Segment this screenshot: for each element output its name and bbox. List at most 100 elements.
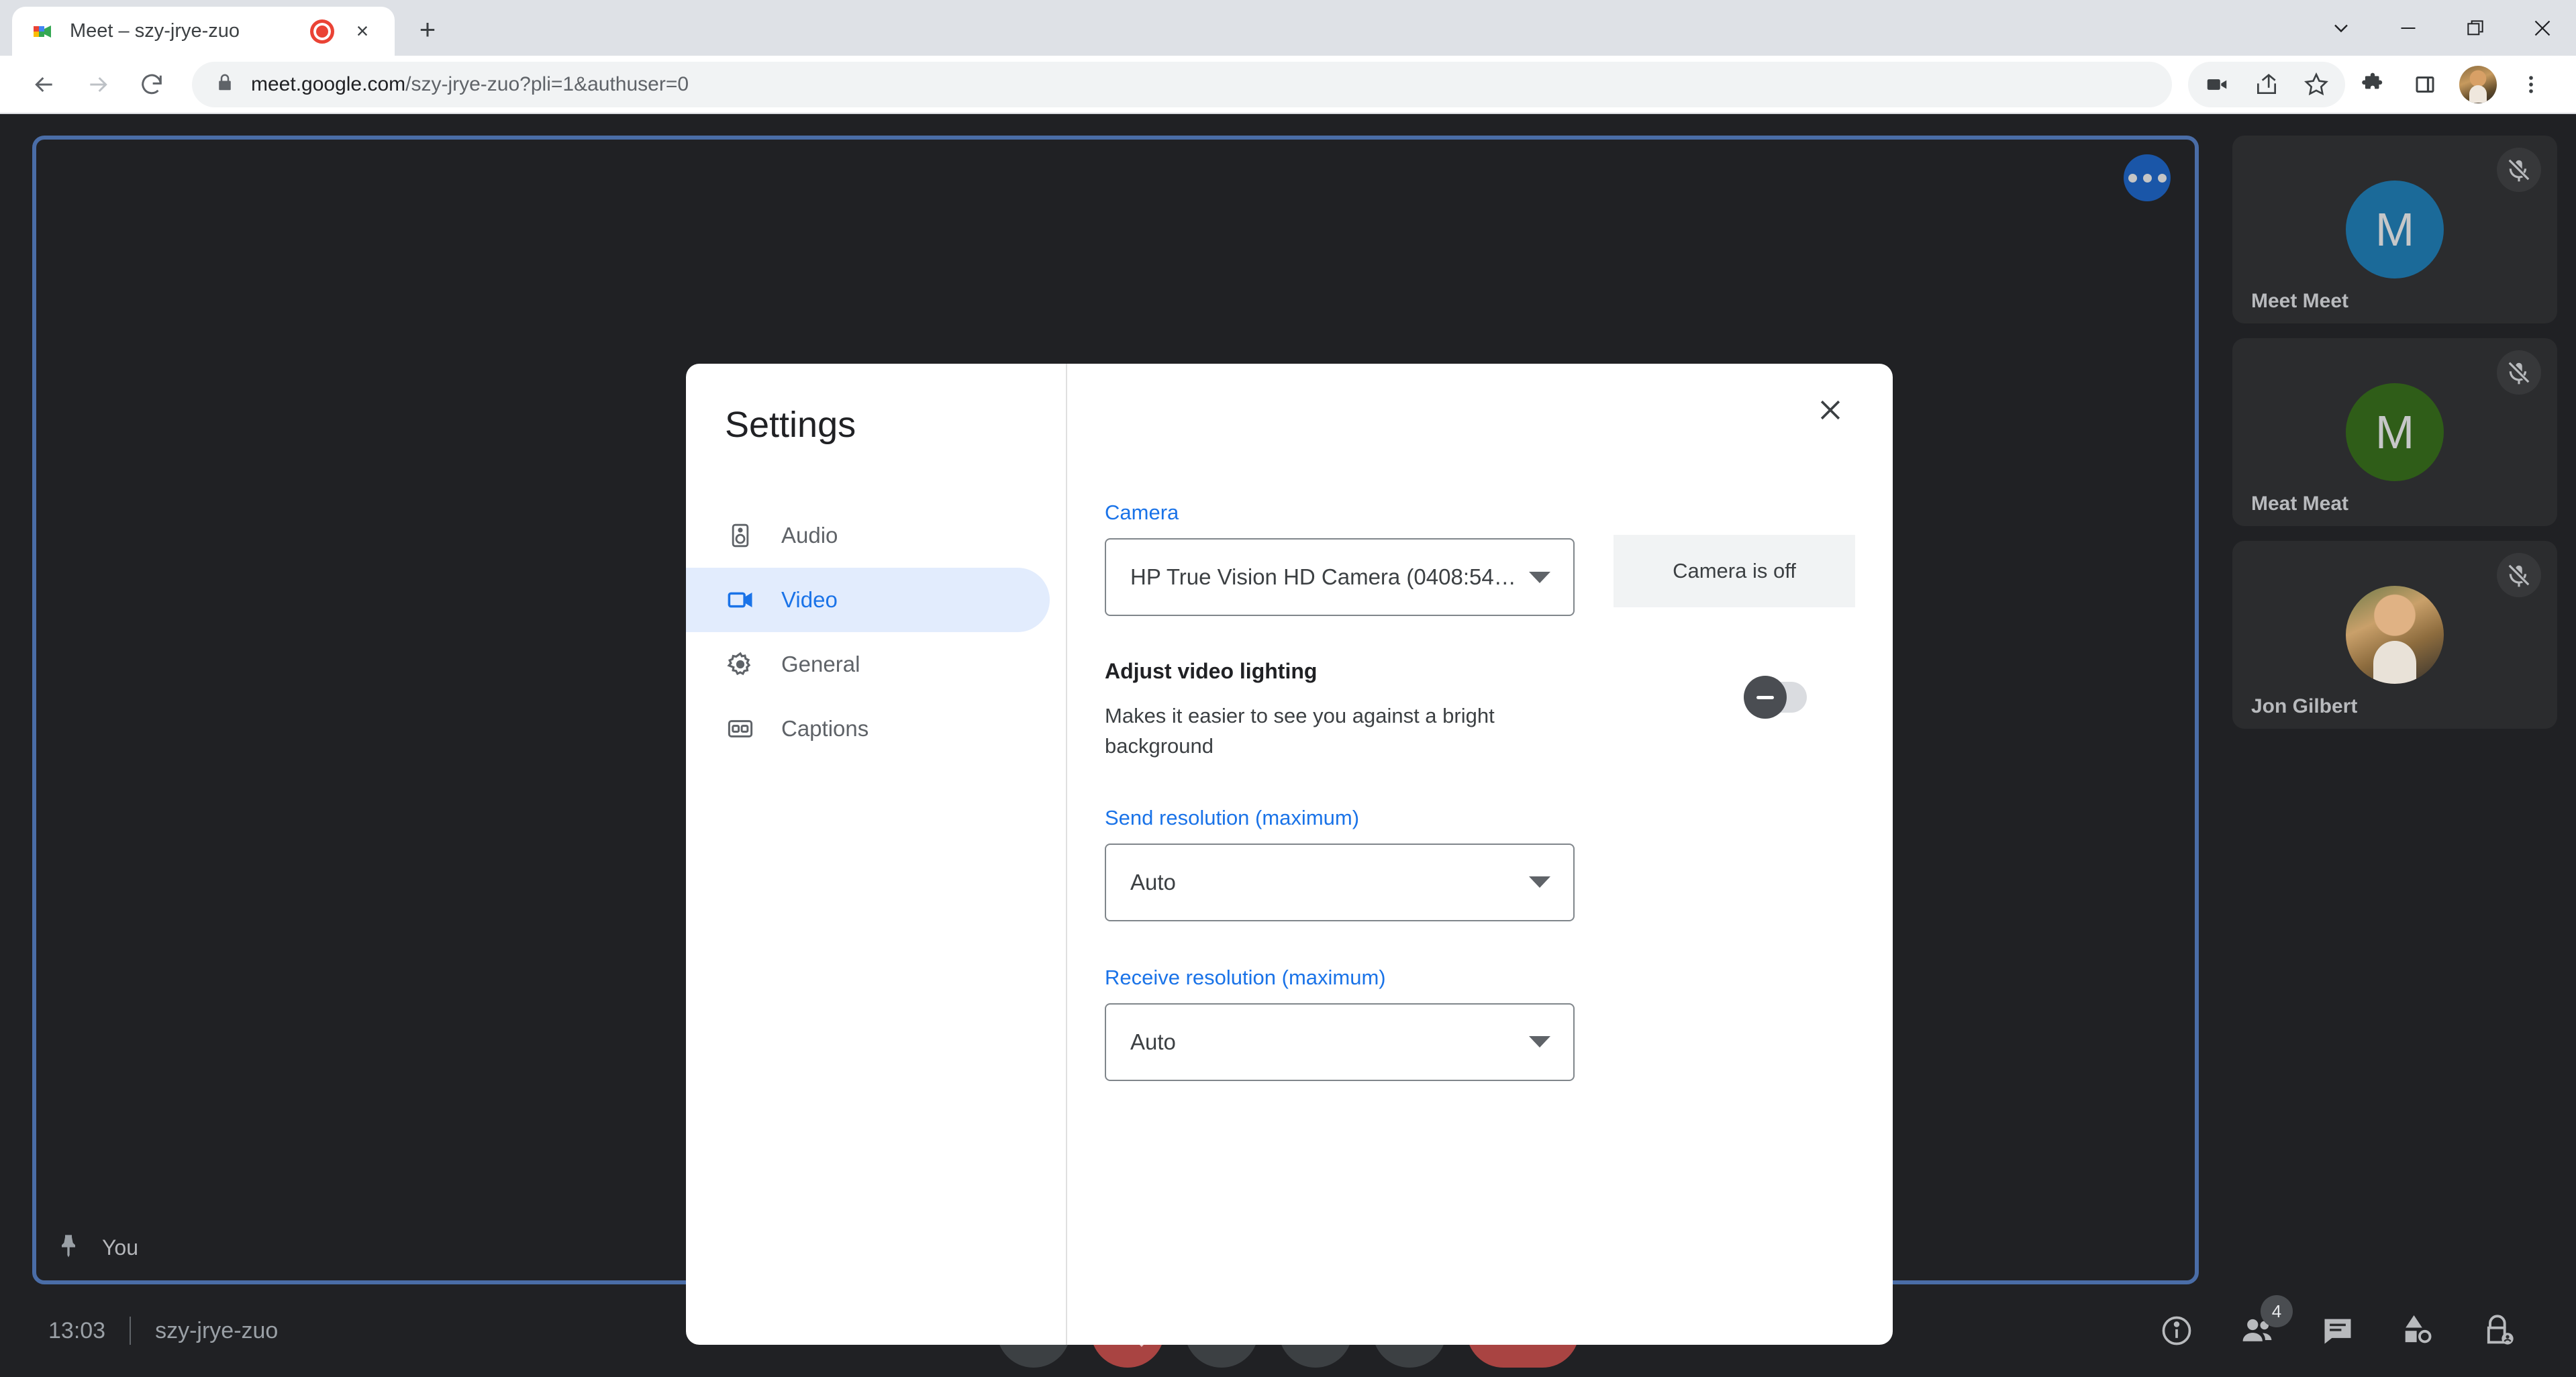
participant-name: Jon Gilbert: [2251, 695, 2358, 717]
send-resolution-value: Auto: [1130, 869, 1176, 895]
sidebar-item-label: General: [781, 652, 860, 676]
mic-off-icon: [2497, 350, 2541, 395]
participant-rail: M Meet Meet M Meat Meat Jon Gilbert: [2232, 136, 2557, 729]
avatar: [2346, 586, 2444, 684]
tab-recording-icon[interactable]: [310, 19, 334, 44]
reload-icon[interactable]: [128, 60, 176, 109]
sidebar-item-audio[interactable]: Audio: [686, 503, 1050, 568]
avatar-initial: M: [2375, 406, 2415, 458]
browser-toolbar: meet.google.com/szy-jrye-zuo?pli=1&authu…: [0, 56, 2576, 114]
meet-right-actions: 4: [2066, 1295, 2576, 1356]
lighting-toggle[interactable]: [1744, 676, 1807, 719]
chrome-menu-icon[interactable]: [2506, 62, 2556, 107]
camera-field: Camera HP True Vision HD Camera (0408:54…: [1105, 501, 1575, 616]
sidebar-item-video[interactable]: Video: [686, 568, 1050, 632]
tab-strip: Meet – szy-jrye-zuo × +: [0, 0, 2576, 56]
receive-resolution-field: Receive resolution (maximum) Auto: [1105, 966, 1855, 1081]
sidebar-item-captions[interactable]: Captions: [686, 697, 1050, 761]
meeting-info: 13:03 szy-jrye-zuo: [0, 1317, 510, 1345]
camera-label: Camera: [1105, 501, 1179, 524]
participant-tile[interactable]: M Meet Meet: [2232, 136, 2557, 323]
gear-icon: [725, 649, 756, 680]
meet-app: You M Meet Meet M Meat Meat Jon Gilbert …: [0, 114, 2576, 1377]
camera-status-text: Camera is off: [1673, 559, 1796, 582]
media-camera-icon[interactable]: [2192, 62, 2242, 107]
toggle-knob: [1744, 676, 1787, 719]
receive-resolution-label: Receive resolution (maximum): [1105, 965, 1386, 989]
receive-resolution-value: Auto: [1130, 1029, 1176, 1054]
minimize-icon[interactable]: [2375, 0, 2442, 56]
camera-preview: Camera is off: [1614, 535, 1855, 607]
url-text: meet.google.com/szy-jrye-zuo?pli=1&authu…: [251, 72, 689, 95]
dialog-title: Settings: [725, 405, 856, 445]
receive-resolution-select[interactable]: Auto: [1105, 1003, 1575, 1081]
participant-tile[interactable]: Jon Gilbert: [2232, 541, 2557, 729]
mic-off-icon: [2497, 553, 2541, 597]
settings-dialog: Settings Audio Video General Captions Ca…: [686, 364, 1893, 1345]
speaker-icon: [725, 520, 756, 551]
pin-icon[interactable]: [55, 1233, 82, 1263]
site-secure-lock-icon[interactable]: [215, 72, 235, 96]
send-resolution-select[interactable]: Auto: [1105, 843, 1575, 921]
window-controls: [2308, 0, 2576, 56]
meeting-details-icon[interactable]: [2152, 1306, 2201, 1356]
self-pin-row: You: [55, 1233, 138, 1263]
people-icon[interactable]: 4: [2232, 1295, 2293, 1356]
forward-arrow-icon[interactable]: [74, 60, 122, 109]
camera-select-value: HP True Vision HD Camera (0408:54…: [1130, 564, 1516, 589]
host-lock-icon[interactable]: [2474, 1306, 2524, 1356]
closed-captions-icon: [725, 713, 756, 744]
tab-search-chevron-icon[interactable]: [2308, 0, 2375, 56]
avatar-initial: M: [2375, 203, 2415, 256]
sidebar-item-general[interactable]: General: [686, 632, 1050, 697]
people-count-badge: 4: [2261, 1295, 2293, 1327]
bookmark-star-icon[interactable]: [2291, 62, 2341, 107]
send-resolution-label: Send resolution (maximum): [1105, 805, 1360, 829]
camera-select[interactable]: HP True Vision HD Camera (0408:54…: [1105, 538, 1575, 616]
sidebar-item-label: Video: [781, 587, 838, 612]
video-camera-icon: [725, 584, 756, 615]
meeting-code: szy-jrye-zuo: [155, 1317, 279, 1343]
chevron-down-icon: [1529, 571, 1550, 583]
chevron-down-icon: [1529, 876, 1550, 888]
chat-icon[interactable]: [2313, 1306, 2363, 1356]
extensions-puzzle-icon[interactable]: [2348, 62, 2397, 107]
camera-row: Camera HP True Vision HD Camera (0408:54…: [1105, 501, 1855, 616]
more-options-icon[interactable]: [2124, 154, 2171, 201]
current-time: 13:03: [48, 1317, 106, 1343]
lighting-description: Makes it easier to see you against a bri…: [1105, 704, 1495, 758]
back-arrow-icon[interactable]: [20, 60, 68, 109]
mic-off-icon: [2497, 148, 2541, 192]
settings-panel-video: Camera HP True Vision HD Camera (0408:54…: [1067, 364, 1893, 1345]
browser-tab[interactable]: Meet – szy-jrye-zuo ×: [12, 7, 395, 56]
page-action-group: [2188, 61, 2345, 107]
lighting-row: Adjust video lighting Makes it easier to…: [1105, 659, 1855, 762]
divider: [130, 1317, 132, 1345]
participant-name: Meet Meet: [2251, 290, 2349, 312]
tab-title: Meet – szy-jrye-zuo: [70, 20, 240, 42]
avatar: M: [2346, 383, 2444, 481]
participant-tile[interactable]: M Meat Meat: [2232, 338, 2557, 526]
profile-avatar[interactable]: [2459, 65, 2497, 103]
new-tab-button[interactable]: +: [403, 6, 452, 53]
address-bar[interactable]: meet.google.com/szy-jrye-zuo?pli=1&authu…: [192, 61, 2172, 107]
share-icon[interactable]: [2242, 62, 2291, 107]
lighting-text: Adjust video lighting Makes it easier to…: [1105, 659, 1521, 762]
self-label: You: [102, 1235, 138, 1260]
close-window-icon[interactable]: [2509, 0, 2576, 56]
toolbar-right-icons: [2188, 61, 2556, 107]
send-resolution-field: Send resolution (maximum) Auto: [1105, 806, 1855, 921]
browser-window: Meet – szy-jrye-zuo × + meet.google.com/…: [0, 0, 2576, 1377]
maximize-icon[interactable]: [2442, 0, 2509, 56]
sidebar-item-label: Audio: [781, 523, 838, 548]
avatar: M: [2346, 181, 2444, 278]
google-meet-favicon: [30, 18, 56, 45]
tab-close-icon[interactable]: ×: [348, 17, 377, 46]
side-panel-icon[interactable]: [2400, 62, 2450, 107]
sidebar-item-label: Captions: [781, 716, 869, 741]
chevron-down-icon: [1529, 1036, 1550, 1048]
activities-icon[interactable]: [2393, 1306, 2443, 1356]
lighting-title: Adjust video lighting: [1105, 659, 1318, 683]
close-icon[interactable]: [1805, 385, 1855, 435]
participant-name: Meat Meat: [2251, 493, 2349, 515]
